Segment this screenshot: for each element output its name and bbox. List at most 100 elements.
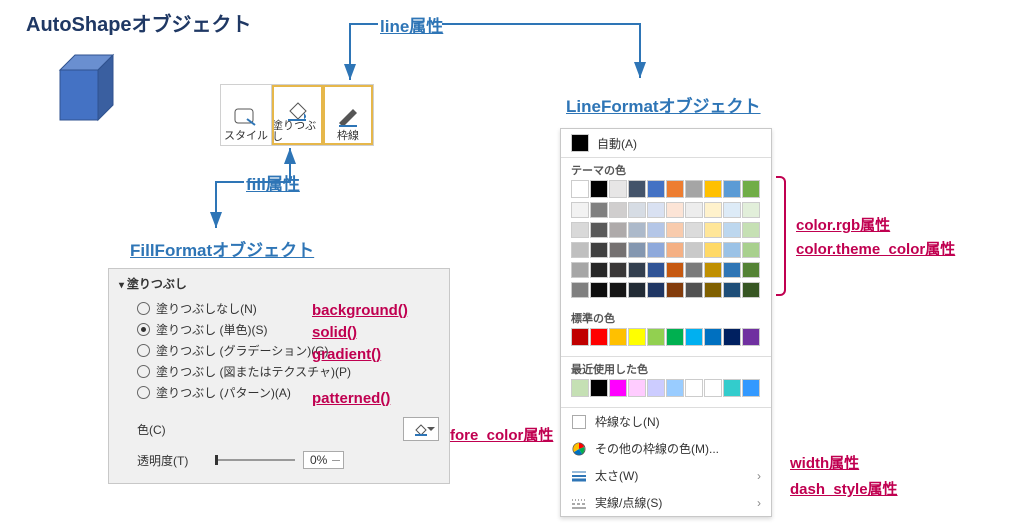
color-swatch[interactable]: [685, 328, 703, 346]
color-swatch[interactable]: [666, 202, 684, 218]
color-swatch[interactable]: [666, 262, 684, 278]
ribbon-style-button[interactable]: スタイル: [221, 85, 272, 145]
color-swatch[interactable]: [590, 180, 608, 198]
color-swatch[interactable]: [609, 379, 627, 397]
color-swatch[interactable]: [647, 180, 665, 198]
line-dash-row[interactable]: 実線/点線(S) ›: [561, 489, 771, 516]
fill-color-button[interactable]: [403, 417, 439, 441]
auto-color-row[interactable]: 自動(A): [561, 129, 771, 157]
color-swatch[interactable]: [704, 202, 722, 218]
color-swatch[interactable]: [647, 202, 665, 218]
color-swatch[interactable]: [742, 282, 760, 298]
color-swatch[interactable]: [742, 202, 760, 218]
color-swatch[interactable]: [628, 242, 646, 258]
color-swatch[interactable]: [647, 262, 665, 278]
color-swatch[interactable]: [590, 379, 608, 397]
color-swatch[interactable]: [742, 180, 760, 198]
color-swatch[interactable]: [590, 262, 608, 278]
line-weight-row[interactable]: 太さ(W) ›: [561, 462, 771, 489]
ribbon-border-button[interactable]: 枠線: [323, 85, 373, 145]
color-swatch[interactable]: [704, 328, 722, 346]
color-swatch[interactable]: [723, 282, 741, 298]
theme-shade-swatches[interactable]: [561, 202, 771, 302]
color-swatch[interactable]: [647, 222, 665, 238]
color-swatch[interactable]: [742, 222, 760, 238]
color-swatch[interactable]: [723, 328, 741, 346]
ribbon-fill-button[interactable]: 塗りつぶし: [272, 85, 323, 145]
color-swatch[interactable]: [590, 222, 608, 238]
color-swatch[interactable]: [647, 328, 665, 346]
color-swatch[interactable]: [666, 242, 684, 258]
color-swatch[interactable]: [723, 242, 741, 258]
color-swatch[interactable]: [742, 262, 760, 278]
color-swatch[interactable]: [628, 222, 646, 238]
color-swatch[interactable]: [590, 202, 608, 218]
color-swatch[interactable]: [704, 262, 722, 278]
color-swatch[interactable]: [685, 242, 703, 258]
standard-color-swatches[interactable]: [561, 328, 771, 350]
color-swatch[interactable]: [742, 379, 760, 397]
color-swatch[interactable]: [628, 202, 646, 218]
color-swatch[interactable]: [685, 282, 703, 298]
color-swatch[interactable]: [666, 180, 684, 198]
theme-color-swatches[interactable]: [561, 180, 771, 202]
color-swatch[interactable]: [609, 262, 627, 278]
color-swatch[interactable]: [647, 242, 665, 258]
color-swatch[interactable]: [571, 202, 589, 218]
color-swatch[interactable]: [609, 222, 627, 238]
fill-gradient-option[interactable]: 塗りつぶし (グラデーション)(G): [137, 342, 439, 359]
color-swatch[interactable]: [628, 262, 646, 278]
color-swatch[interactable]: [571, 242, 589, 258]
color-swatch[interactable]: [723, 262, 741, 278]
fill-solid-option[interactable]: 塗りつぶし (単色)(S): [137, 321, 439, 338]
more-colors-row[interactable]: その他の枠線の色(M)...: [561, 435, 771, 462]
color-swatch[interactable]: [647, 282, 665, 298]
color-swatch[interactable]: [628, 180, 646, 198]
color-swatch[interactable]: [609, 242, 627, 258]
color-swatch[interactable]: [685, 202, 703, 218]
color-swatch[interactable]: [571, 379, 589, 397]
dash-style-attr-label: dash_style属性: [790, 478, 898, 499]
color-swatch[interactable]: [685, 379, 703, 397]
color-swatch[interactable]: [723, 202, 741, 218]
color-swatch[interactable]: [609, 180, 627, 198]
color-swatch[interactable]: [723, 379, 741, 397]
color-swatch[interactable]: [723, 180, 741, 198]
color-swatch[interactable]: [704, 379, 722, 397]
color-swatch[interactable]: [590, 282, 608, 298]
color-swatch[interactable]: [590, 242, 608, 258]
color-swatch[interactable]: [609, 282, 627, 298]
color-swatch[interactable]: [571, 262, 589, 278]
color-swatch[interactable]: [647, 379, 665, 397]
color-swatch[interactable]: [628, 379, 646, 397]
color-swatch[interactable]: [685, 262, 703, 278]
color-swatch[interactable]: [742, 328, 760, 346]
color-swatch[interactable]: [704, 222, 722, 238]
color-swatch[interactable]: [742, 242, 760, 258]
color-swatch[interactable]: [685, 180, 703, 198]
color-swatch[interactable]: [571, 180, 589, 198]
color-swatch[interactable]: [704, 242, 722, 258]
color-swatch[interactable]: [571, 222, 589, 238]
color-swatch[interactable]: [590, 328, 608, 346]
color-swatch[interactable]: [666, 282, 684, 298]
transparency-slider[interactable]: [215, 459, 295, 461]
color-swatch[interactable]: [666, 328, 684, 346]
color-swatch[interactable]: [571, 282, 589, 298]
color-swatch[interactable]: [704, 282, 722, 298]
no-line-row[interactable]: 枠線なし(N): [561, 408, 771, 435]
recent-color-swatches[interactable]: [561, 379, 771, 401]
color-swatch[interactable]: [609, 202, 627, 218]
color-swatch[interactable]: [685, 222, 703, 238]
fill-pattern-option[interactable]: 塗りつぶし (パターン)(A): [137, 384, 439, 401]
color-swatch[interactable]: [571, 328, 589, 346]
transparency-value[interactable]: 0%: [303, 451, 344, 469]
color-swatch[interactable]: [628, 282, 646, 298]
color-swatch[interactable]: [723, 222, 741, 238]
color-swatch[interactable]: [628, 328, 646, 346]
color-swatch[interactable]: [666, 222, 684, 238]
fill-picture-option[interactable]: 塗りつぶし (図またはテクスチャ)(P): [137, 363, 439, 380]
color-swatch[interactable]: [609, 328, 627, 346]
color-swatch[interactable]: [704, 180, 722, 198]
color-swatch[interactable]: [666, 379, 684, 397]
